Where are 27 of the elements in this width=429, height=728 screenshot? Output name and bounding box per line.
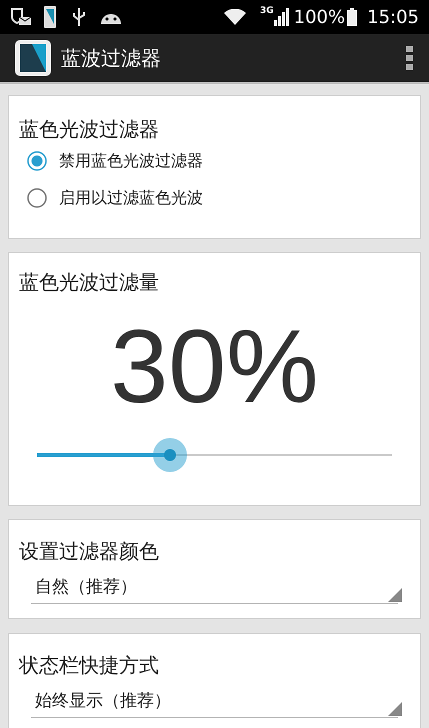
dropdown-corner-icon [388, 702, 402, 716]
wifi-icon [224, 9, 246, 25]
battery-icon [347, 8, 358, 26]
card-title: 设置过滤器颜色 [19, 538, 160, 564]
card-title: 蓝色光波过滤量 [19, 269, 160, 295]
network-type: 3G [260, 5, 274, 18]
slider-thumb[interactable] [153, 438, 188, 472]
dropdown[interactable]: 始终显示（推荐） [31, 686, 398, 718]
app-title: 蓝波过滤器 [61, 45, 161, 72]
radio-button[interactable] [27, 188, 47, 208]
radio-option[interactable]: 启用以过滤蓝色光波 [19, 179, 410, 216]
app-icon [15, 40, 51, 76]
radio-button[interactable] [27, 150, 47, 170]
signal-icon [274, 8, 290, 26]
shield-mail-icon [10, 7, 32, 27]
overflow-menu-icon[interactable] [406, 46, 414, 70]
dropdown-corner-icon [388, 588, 402, 602]
dropdown[interactable]: 自然（推荐） [31, 572, 398, 604]
battery-percent: 100% [294, 6, 346, 30]
card-title: 状态栏快捷方式 [19, 652, 160, 678]
usb-icon [72, 7, 86, 27]
radio-option[interactable]: 禁用蓝色光波过滤器 [19, 142, 410, 179]
phone-icon [44, 6, 56, 28]
filter-percentage: 30% [109, 308, 320, 427]
clock: 15:05 [367, 6, 419, 30]
slider-track[interactable] [37, 438, 392, 472]
card-title: 蓝色光波过滤器 [19, 116, 160, 142]
